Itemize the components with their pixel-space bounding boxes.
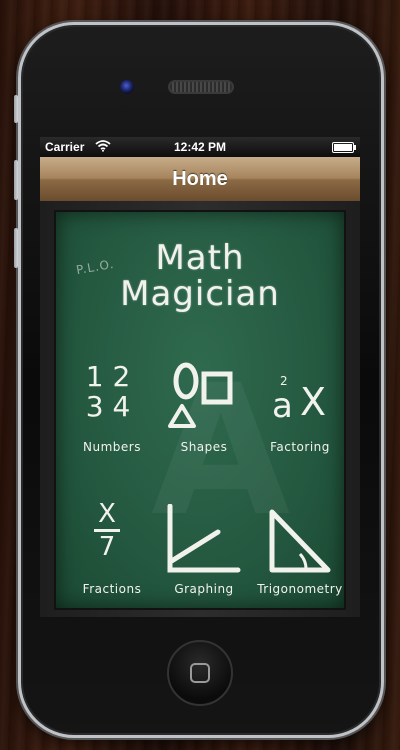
volume-down-button bbox=[14, 228, 18, 268]
factoring-icon: 2 a X bbox=[260, 364, 340, 434]
app-title-line1: Math bbox=[155, 238, 245, 278]
status-bar: Carrier 12:42 PM bbox=[40, 137, 360, 157]
numbers-icon: 1 2 3 4 bbox=[68, 362, 148, 422]
navigation-bar: Home bbox=[40, 157, 360, 202]
trigonometry-label: Trigonometry bbox=[257, 582, 343, 596]
shapes-icon bbox=[168, 362, 233, 428]
numbers-icon-bottom: 3 4 bbox=[85, 390, 131, 423]
shapes-label: Shapes bbox=[180, 440, 228, 454]
factoring-label: Factoring bbox=[270, 440, 330, 454]
graphing-tile[interactable]: Graphing bbox=[156, 504, 252, 617]
factoring-variable: X bbox=[300, 380, 327, 424]
status-time: 12:42 PM bbox=[173, 140, 227, 154]
fractions-numerator: X bbox=[98, 499, 116, 529]
fractions-tile[interactable]: X 7 Fractions bbox=[64, 500, 160, 617]
fractions-denominator: 7 bbox=[98, 532, 116, 562]
numbers-icon-top: 1 2 bbox=[85, 360, 131, 393]
volume-up-button bbox=[14, 160, 18, 200]
earpiece-speaker bbox=[168, 80, 234, 94]
mute-switch bbox=[14, 95, 18, 123]
battery-icon bbox=[332, 142, 356, 153]
graphing-icon bbox=[167, 504, 241, 573]
chalkboard: A P.L.O. Math Magician 1 2 3 4 Numbers S bbox=[54, 210, 346, 610]
nav-title: Home bbox=[172, 168, 228, 190]
chalkboard-frame: A P.L.O. Math Magician 1 2 3 4 Numbers S bbox=[40, 201, 360, 617]
numbers-tile[interactable]: 1 2 3 4 Numbers bbox=[64, 362, 160, 482]
trigonometry-icon bbox=[269, 509, 331, 573]
app-title-line2: Magician bbox=[120, 274, 280, 314]
factoring-tile[interactable]: 2 a X Factoring bbox=[252, 362, 348, 482]
home-square-icon bbox=[190, 663, 210, 683]
trigonometry-tile[interactable]: Trigonometry bbox=[252, 504, 348, 617]
front-camera bbox=[120, 80, 134, 94]
factoring-base: a bbox=[272, 386, 293, 426]
graphing-label: Graphing bbox=[174, 582, 234, 596]
shapes-tile[interactable]: Shapes bbox=[156, 362, 252, 482]
screen: Carrier 12:42 PM Home A P.L.O. Math Magi… bbox=[40, 137, 360, 617]
home-button[interactable] bbox=[167, 640, 233, 706]
fractions-icon: X 7 bbox=[82, 500, 132, 580]
